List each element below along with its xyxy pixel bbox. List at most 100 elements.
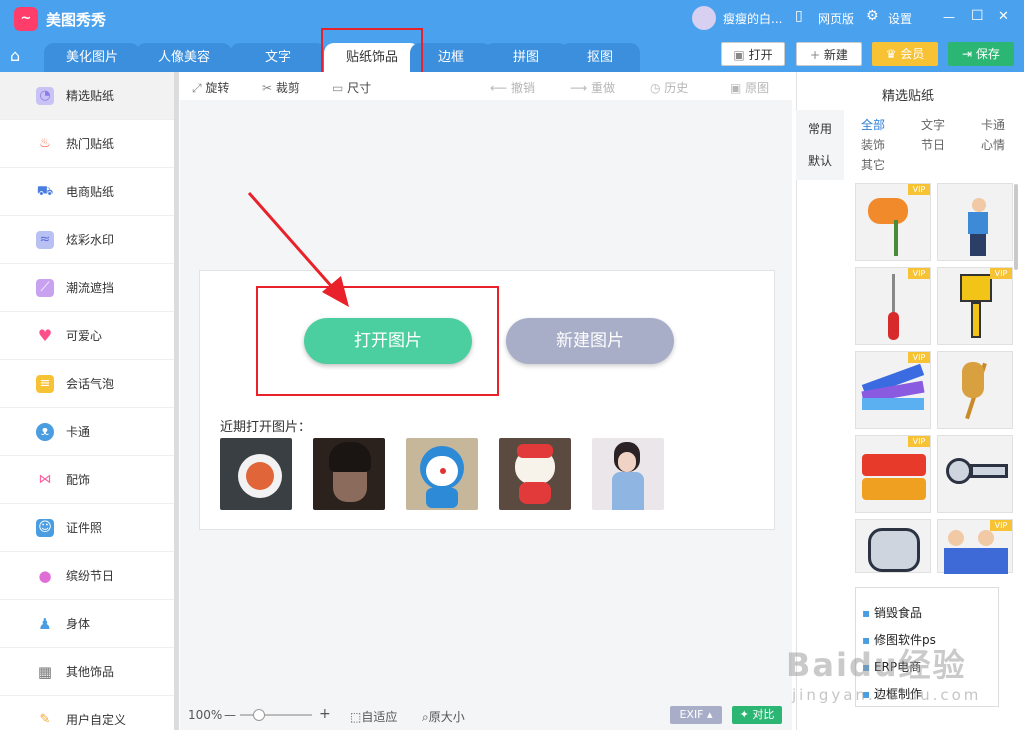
undo-tool[interactable]: ⟵ 撤销 bbox=[490, 79, 535, 96]
tab-stickers[interactable]: 贴纸饰品 bbox=[324, 43, 420, 72]
sticker-workers[interactable]: VIP bbox=[937, 519, 1013, 574]
tab-bar: ⌂ 美化图片 人像美容 文字 贴纸饰品 边框 拼图 抠图 bbox=[0, 38, 1024, 72]
sidebar-item-ecommerce[interactable]: ⛟ 电商贴纸 bbox=[0, 168, 174, 216]
size-tool[interactable]: ▭ 尺寸 bbox=[332, 79, 371, 96]
category-common[interactable]: 常用 bbox=[808, 120, 832, 137]
sidebar-item-cartoon[interactable]: ᴥ 卡通 bbox=[0, 408, 174, 456]
crop-tool[interactable]: ✂ 裁剪 bbox=[262, 79, 300, 96]
open-image-button[interactable]: 打开图片 bbox=[304, 318, 472, 364]
exif-button[interactable]: EXIF ▴ bbox=[670, 706, 722, 724]
sidebar-item-label: 卡通 bbox=[66, 425, 91, 439]
zoom-slider-handle[interactable] bbox=[253, 709, 265, 721]
bear-icon: ᴥ bbox=[36, 422, 54, 441]
gear-icon[interactable]: ⚙ bbox=[866, 8, 879, 24]
filter-text[interactable]: 文字 bbox=[921, 116, 945, 133]
web-version-link[interactable]: 网页版 bbox=[818, 10, 854, 27]
sticker-scrollbar[interactable] bbox=[1014, 184, 1018, 270]
tab-cutout[interactable]: 抠图 bbox=[560, 43, 640, 72]
sidebar-item-body[interactable]: ♟ 身体 bbox=[0, 600, 174, 648]
sidebar-item-heart[interactable]: ♥ 可爱心 bbox=[0, 312, 174, 360]
tab-frames[interactable]: 边框 bbox=[410, 43, 492, 72]
crop-label: 裁剪 bbox=[275, 81, 300, 95]
tab-beautify[interactable]: 美化图片 bbox=[44, 43, 140, 72]
zoom-out-button[interactable]: — bbox=[224, 708, 236, 722]
sidebar-item-idphoto[interactable]: ☺ 证件照 bbox=[0, 504, 174, 552]
sidebar-item-other[interactable]: ▦ 其他饰品 bbox=[0, 648, 174, 696]
recent-thumb-portrait[interactable] bbox=[313, 438, 385, 510]
home-icon[interactable]: ⌂ bbox=[10, 46, 20, 65]
sticker-labor-text[interactable]: VIP bbox=[855, 435, 931, 513]
sticker-nut[interactable] bbox=[855, 519, 931, 573]
ad-link[interactable]: ▪ 销毁食品 bbox=[862, 604, 922, 621]
fit-button[interactable]: ⬚自适应 bbox=[350, 708, 397, 725]
sidebar-item-custom[interactable]: ✎ 用户自定义 bbox=[0, 696, 174, 730]
new-image-button[interactable]: 新建图片 bbox=[506, 318, 674, 364]
filter-festival[interactable]: 节日 bbox=[921, 136, 945, 153]
mask-icon: ⟋ bbox=[36, 278, 54, 297]
vip-button[interactable]: ♛ 会员 bbox=[872, 42, 938, 66]
save-icon: ⇥ bbox=[962, 47, 976, 61]
tab-collage[interactable]: 拼图 bbox=[484, 43, 568, 72]
user-name[interactable]: 瘦瘦的白... bbox=[723, 10, 782, 27]
filter-decor[interactable]: 装饰 bbox=[861, 136, 885, 153]
sidebar-item-accessory[interactable]: ⋈ 配饰 bbox=[0, 456, 174, 504]
tab-portrait[interactable]: 人像美容 bbox=[136, 43, 232, 72]
sticker-screwdriver[interactable]: VIP bbox=[855, 267, 931, 345]
rotate-tool[interactable]: ⤢ 旋转 bbox=[192, 79, 229, 96]
resize-icon: ▭ bbox=[332, 81, 348, 95]
filter-other[interactable]: 其它 bbox=[861, 156, 885, 173]
save-button[interactable]: ⇥ 保存 bbox=[948, 42, 1014, 66]
sidebar-item-festival[interactable]: ● 缤纷节日 bbox=[0, 552, 174, 600]
balloon-icon: ● bbox=[38, 566, 52, 585]
filter-mood[interactable]: 心情 bbox=[981, 136, 1005, 153]
baidu-watermark-url: jingyan.baidu.com bbox=[792, 686, 982, 704]
recent-thumb-doraemon[interactable] bbox=[406, 438, 478, 510]
filter-cartoon[interactable]: 卡通 bbox=[981, 116, 1005, 133]
sidebar-item-curated[interactable]: ◔ 精选贴纸 bbox=[0, 72, 174, 120]
recent-images-label: 近期打开图片： bbox=[220, 420, 312, 435]
sidebar-item-label: 缤纷节日 bbox=[66, 569, 115, 583]
compare-label: 对比 bbox=[752, 708, 775, 721]
zoom-slider[interactable] bbox=[240, 714, 312, 716]
close-button[interactable]: ✕ bbox=[998, 9, 1009, 24]
sidebar-item-label: 精选贴纸 bbox=[66, 89, 115, 103]
scissors-icon: ✂ bbox=[262, 81, 276, 95]
settings-link[interactable]: 设置 bbox=[888, 10, 912, 27]
redo-tool[interactable]: ⟶ 重做 bbox=[570, 79, 615, 96]
new-button[interactable]: + 新建 bbox=[796, 42, 862, 66]
sidebar-item-mask[interactable]: ⟋ 潮流遮挡 bbox=[0, 264, 174, 312]
sidebar-item-hot[interactable]: ♨ 热门贴纸 bbox=[0, 120, 174, 168]
sticker-bolt[interactable] bbox=[937, 435, 1013, 513]
sidebar-scrollbar[interactable] bbox=[174, 72, 179, 730]
recent-thumb-ox[interactable] bbox=[499, 438, 571, 510]
sticker-painter[interactable] bbox=[937, 183, 1013, 261]
sticker-color-swatch[interactable]: VIP bbox=[855, 351, 931, 429]
image-icon: ▣ bbox=[730, 81, 746, 95]
tab-text[interactable]: 文字 bbox=[230, 43, 326, 72]
recent-thumb-girl[interactable] bbox=[592, 438, 664, 510]
zoom-in-button[interactable]: + bbox=[319, 706, 331, 722]
filter-all[interactable]: 全部 bbox=[861, 116, 885, 133]
sidebar-item-watermark[interactable]: ≈ 炫彩水印 bbox=[0, 216, 174, 264]
actual-size-button[interactable]: ⌕原大小 bbox=[422, 708, 465, 725]
vip-badge: VIP bbox=[908, 352, 930, 363]
recent-thumb-food[interactable] bbox=[220, 438, 292, 510]
phone-icon: ▯ bbox=[795, 8, 803, 24]
avatar[interactable] bbox=[692, 6, 716, 30]
open-button[interactable]: ▣ 打开 bbox=[721, 42, 785, 66]
sticker-orange-flower[interactable]: VIP bbox=[855, 183, 931, 261]
category-default[interactable]: 默认 bbox=[808, 152, 832, 169]
sticker-paintbrush[interactable]: VIP bbox=[937, 267, 1013, 345]
sidebar-item-bubble[interactable]: ≡ 会话气泡 bbox=[0, 360, 174, 408]
original-tool[interactable]: ▣ 原图 bbox=[730, 79, 769, 96]
minimize-button[interactable]: — bbox=[943, 10, 955, 24]
history-tool[interactable]: ◷ 历史 bbox=[650, 79, 688, 96]
sticker-wheat[interactable] bbox=[937, 351, 1013, 429]
maximize-button[interactable]: ☐ bbox=[971, 8, 984, 24]
title-bar: ~ 美图秀秀 瘦瘦的白... ▯ 网页版 ⚙ 设置 — ☐ ✕ bbox=[0, 0, 1024, 38]
sidebar: ◔ 精选贴纸 ♨ 热门贴纸 ⛟ 电商贴纸 ≈ 炫彩水印 ⟋ 潮流遮挡 ♥ 可爱心 ≡ 会话气泡… bbox=[0, 72, 176, 730]
compare-button[interactable]: ✦ 对比 bbox=[732, 706, 782, 724]
sticker-panel-title: 精选贴纸 bbox=[882, 89, 935, 104]
edit-toolbar: ⤢ 旋转 ✂ 裁剪 ▭ 尺寸 ⟵ 撤销 ⟶ 重做 ◷ 历史 ▣ 原图 bbox=[180, 72, 792, 100]
sidebar-item-label: 潮流遮挡 bbox=[66, 281, 115, 295]
